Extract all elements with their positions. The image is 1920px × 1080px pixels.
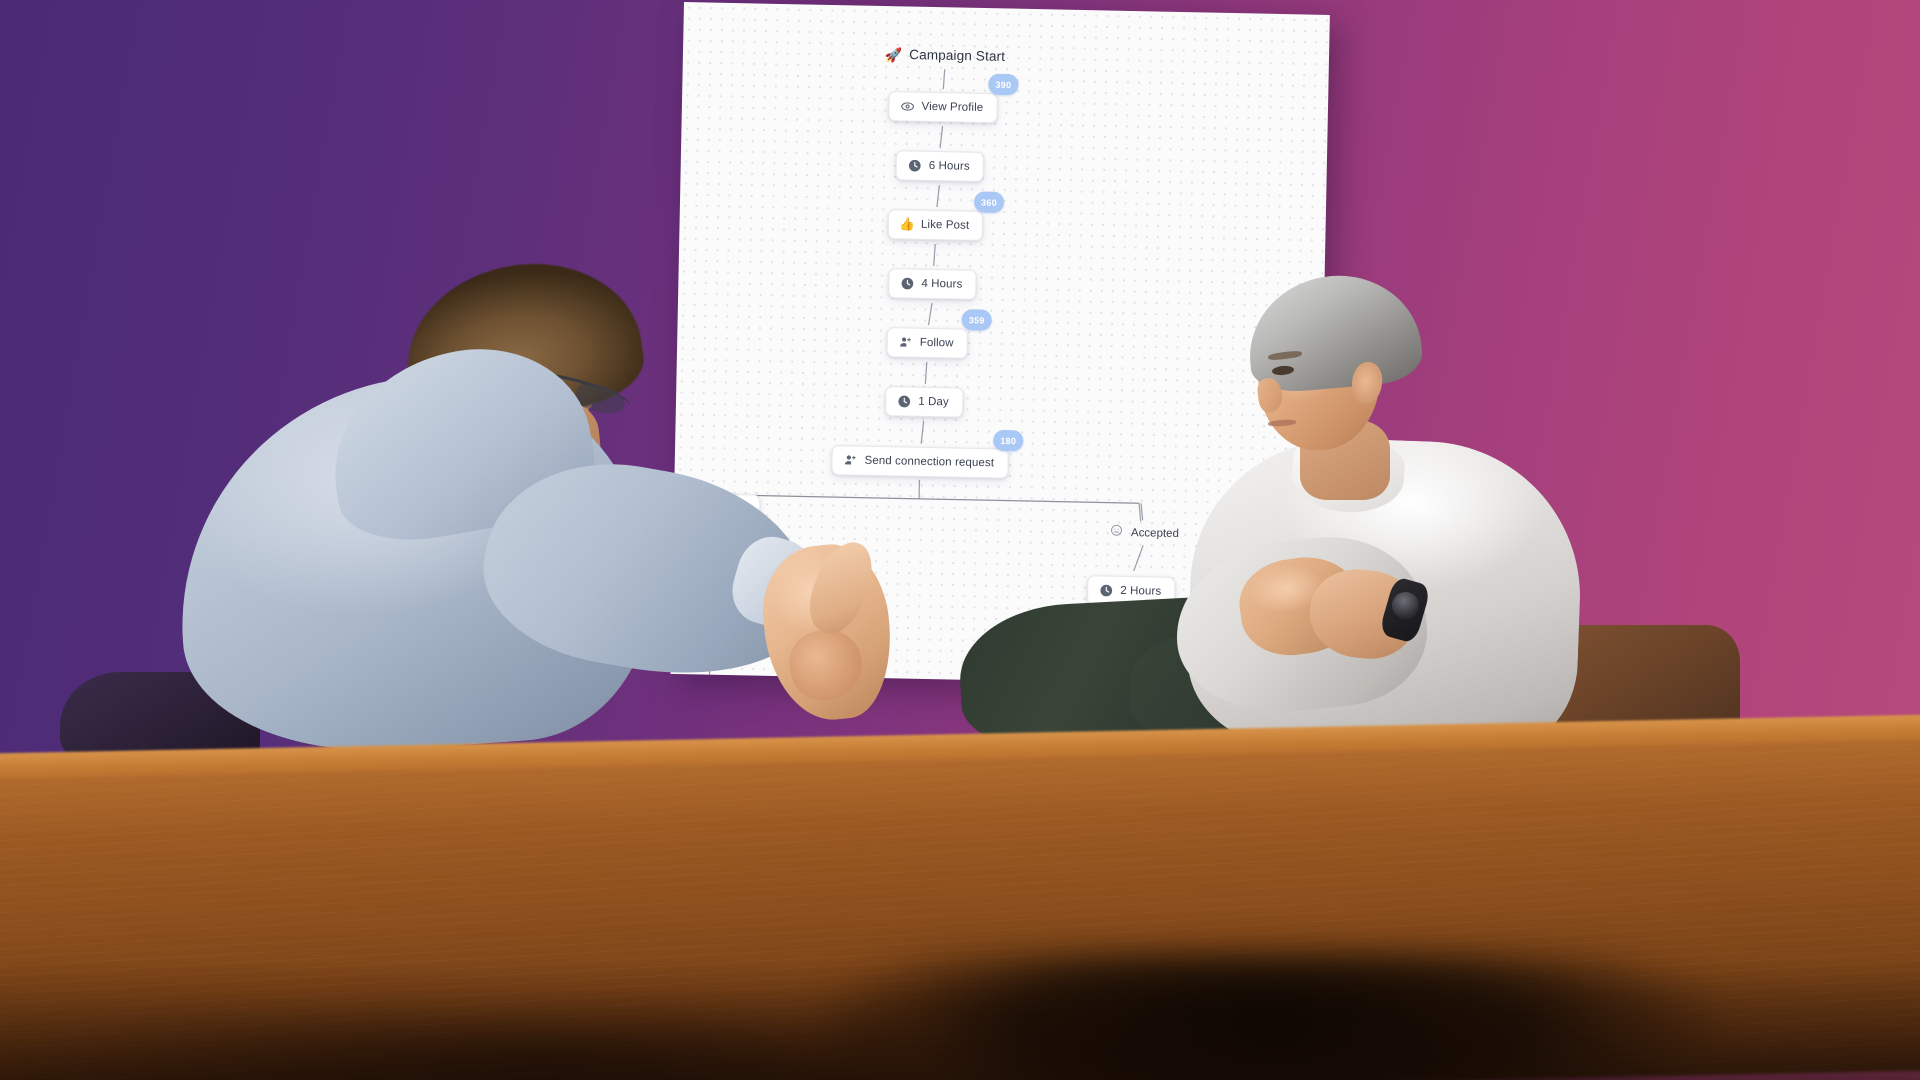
node-delay-1-day[interactable]: 1 Day — [884, 386, 964, 418]
clock-icon — [1099, 583, 1113, 597]
board-surface: 🚀 Campaign Start View Profile 390 6 Hour… — [663, 2, 1330, 687]
node-send-connection-request[interactable]: Send connection request — [831, 445, 1009, 479]
badge-send-message: 35 — [1175, 617, 1206, 640]
node-delay-6-hours[interactable]: 6 Hours — [895, 150, 985, 183]
clock-icon — [689, 501, 703, 515]
node-label: 5 Days — [710, 502, 747, 516]
person-plus-icon — [899, 335, 913, 349]
condition-label: Accepted — [1130, 527, 1180, 541]
node-label: 1 Day — [918, 395, 949, 409]
node-send-message[interactable]: Send Message — [1073, 634, 1199, 668]
node-label: Like Post — [696, 619, 746, 633]
condition-accepted[interactable]: Accepted — [1110, 524, 1179, 543]
flow-connectors — [708, 69, 1144, 684]
node-view-profile[interactable]: View Profile — [888, 91, 998, 124]
node-label: View Profile — [921, 100, 984, 115]
lightbulb-icon: 💡 — [674, 617, 691, 633]
condition-still-not-accepted[interactable]: Still not accepted — [663, 557, 772, 577]
campaign-flow-board: 🚀 Campaign Start View Profile 390 6 Hour… — [663, 2, 1330, 687]
face-icon — [663, 557, 676, 575]
node-delay-4-hours[interactable]: 4 Hours — [888, 268, 977, 300]
node-label: 6 Hours — [928, 159, 970, 173]
node-label: 2 Hours — [1120, 584, 1162, 598]
person-plus-icon — [843, 453, 857, 467]
badge-follow: 359 — [961, 309, 992, 331]
condition-label: Still not accepted — [684, 560, 773, 574]
campaign-flow-canvas[interactable]: 🚀 Campaign Start View Profile 390 6 Hour… — [663, 2, 1330, 687]
badge-like-post-2: 0 — [745, 591, 777, 614]
envelope-icon — [1085, 643, 1099, 657]
node-delay-5-days[interactable]: 5 Days — [676, 492, 761, 525]
node-label: Send Message — [1106, 644, 1185, 659]
campaign-start-title: 🚀 Campaign Start — [884, 46, 1006, 64]
node-delay-2-hours[interactable]: 2 Hours — [1086, 575, 1176, 607]
badge-like-post-1: 360 — [973, 191, 1005, 213]
depth-of-field-vignette — [0, 960, 1920, 1080]
node-like-post-1[interactable]: 👍 Like Post — [887, 209, 984, 242]
node-like-post-2[interactable]: 💡 Like Post — [663, 609, 760, 642]
node-label: Send connection request — [864, 454, 995, 470]
badge-view-profile: 390 — [988, 73, 1019, 96]
node-label: Like Post — [920, 218, 970, 232]
clock-icon — [900, 276, 914, 290]
face-icon — [1110, 524, 1123, 542]
node-label: Follow — [919, 336, 954, 350]
node-follow[interactable]: Follow — [886, 327, 968, 359]
node-label: 4 Hours — [921, 277, 963, 291]
badge-send-connection-request: 180 — [993, 429, 1024, 452]
clock-icon — [908, 159, 922, 173]
campaign-start-label: Campaign Start — [909, 47, 1006, 64]
thumbs-up-icon: 👍 — [899, 217, 915, 232]
eye-icon — [900, 99, 914, 113]
rocket-icon: 🚀 — [884, 46, 903, 63]
clock-icon — [897, 394, 911, 408]
